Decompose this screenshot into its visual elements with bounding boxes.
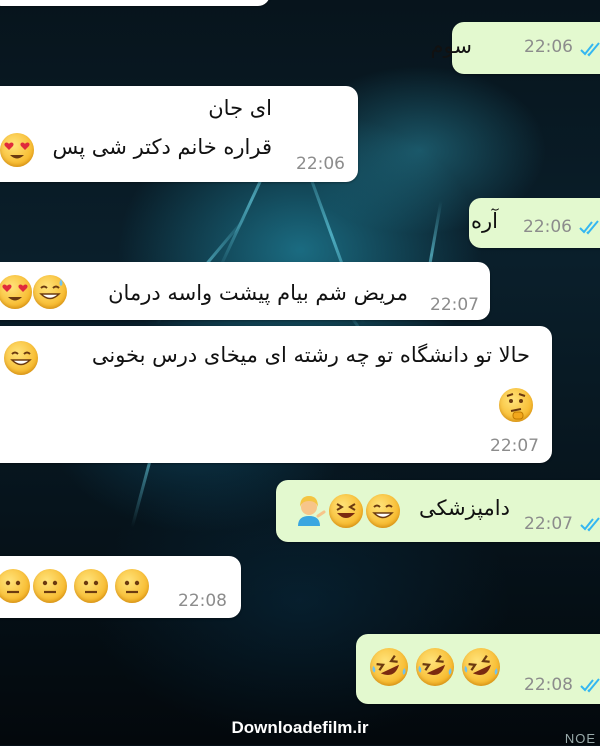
- message-bubble-outgoing[interactable]: 22:08: [356, 634, 600, 704]
- message-text-line-1: ای جان: [208, 96, 272, 120]
- grin-sweat-emoji-icon: [33, 275, 67, 309]
- message-text: آره: [471, 209, 498, 233]
- read-check-icon: [579, 220, 599, 235]
- message-bubble-incoming[interactable]: مریض شم بیام پیشت واسه درمان 22:07: [0, 262, 490, 320]
- read-check-icon: [580, 678, 600, 693]
- neutral-face-emoji-icon: [74, 569, 108, 603]
- message-bubble-outgoing[interactable]: سوم 22:06: [431, 22, 600, 74]
- message-time: 22:07: [524, 514, 573, 534]
- read-check-icon: [580, 42, 600, 57]
- message-text: حالا تو دانشگاه تو چه رشته ای میخای درس …: [91, 343, 530, 367]
- message-text: دامپزشکی: [418, 496, 510, 520]
- heart-eyes-emoji-icon: [0, 275, 32, 309]
- corner-watermark: NOE: [564, 731, 596, 746]
- rofl-emoji-icon: [462, 648, 500, 686]
- message-time: 22:08: [524, 675, 573, 695]
- watermark-text: Downloadefilm.ir: [231, 718, 369, 737]
- message-text-line-2: قراره خانم دکتر شی پس: [52, 135, 273, 159]
- message-time: 22:06: [296, 154, 345, 174]
- neutral-face-emoji-icon: [115, 569, 149, 603]
- read-check-icon: [580, 517, 600, 532]
- message-bubble-outgoing[interactable]: دامپزشکی 22:07: [276, 480, 600, 542]
- message-bubble-incoming[interactable]: ای جان قراره خانم دکتر شی پس 22:06: [0, 86, 358, 182]
- heart-eyes-emoji-icon: [0, 133, 34, 167]
- woman-tipping-hand-emoji-icon: [292, 494, 326, 528]
- message-time: 22:07: [430, 295, 479, 315]
- grin-emoji-icon: [366, 494, 400, 528]
- rofl-emoji-icon: [416, 648, 454, 686]
- message-text: مریض شم بیام پیشت واسه درمان: [108, 281, 408, 305]
- neutral-face-emoji-icon: [33, 569, 67, 603]
- message-time: 22:06: [523, 217, 572, 237]
- message-time: 22:07: [490, 436, 539, 456]
- message-bubble-partial: [0, 0, 270, 6]
- message-time: 22:06: [524, 37, 573, 57]
- laughing-emoji-icon: [329, 494, 363, 528]
- thinking-emoji-icon: [499, 388, 533, 422]
- message-time: 22:08: [178, 591, 227, 611]
- rofl-emoji-icon: [370, 648, 408, 686]
- grin-emoji-icon: [4, 341, 38, 375]
- message-bubble-incoming[interactable]: حالا تو دانشگاه تو چه رشته ای میخای درس …: [0, 326, 552, 463]
- message-bubble-incoming[interactable]: 22:08: [0, 556, 241, 618]
- message-text: سوم: [430, 34, 472, 58]
- neutral-face-emoji-icon: [0, 569, 30, 603]
- message-bubble-outgoing[interactable]: آره 22:06: [469, 198, 600, 248]
